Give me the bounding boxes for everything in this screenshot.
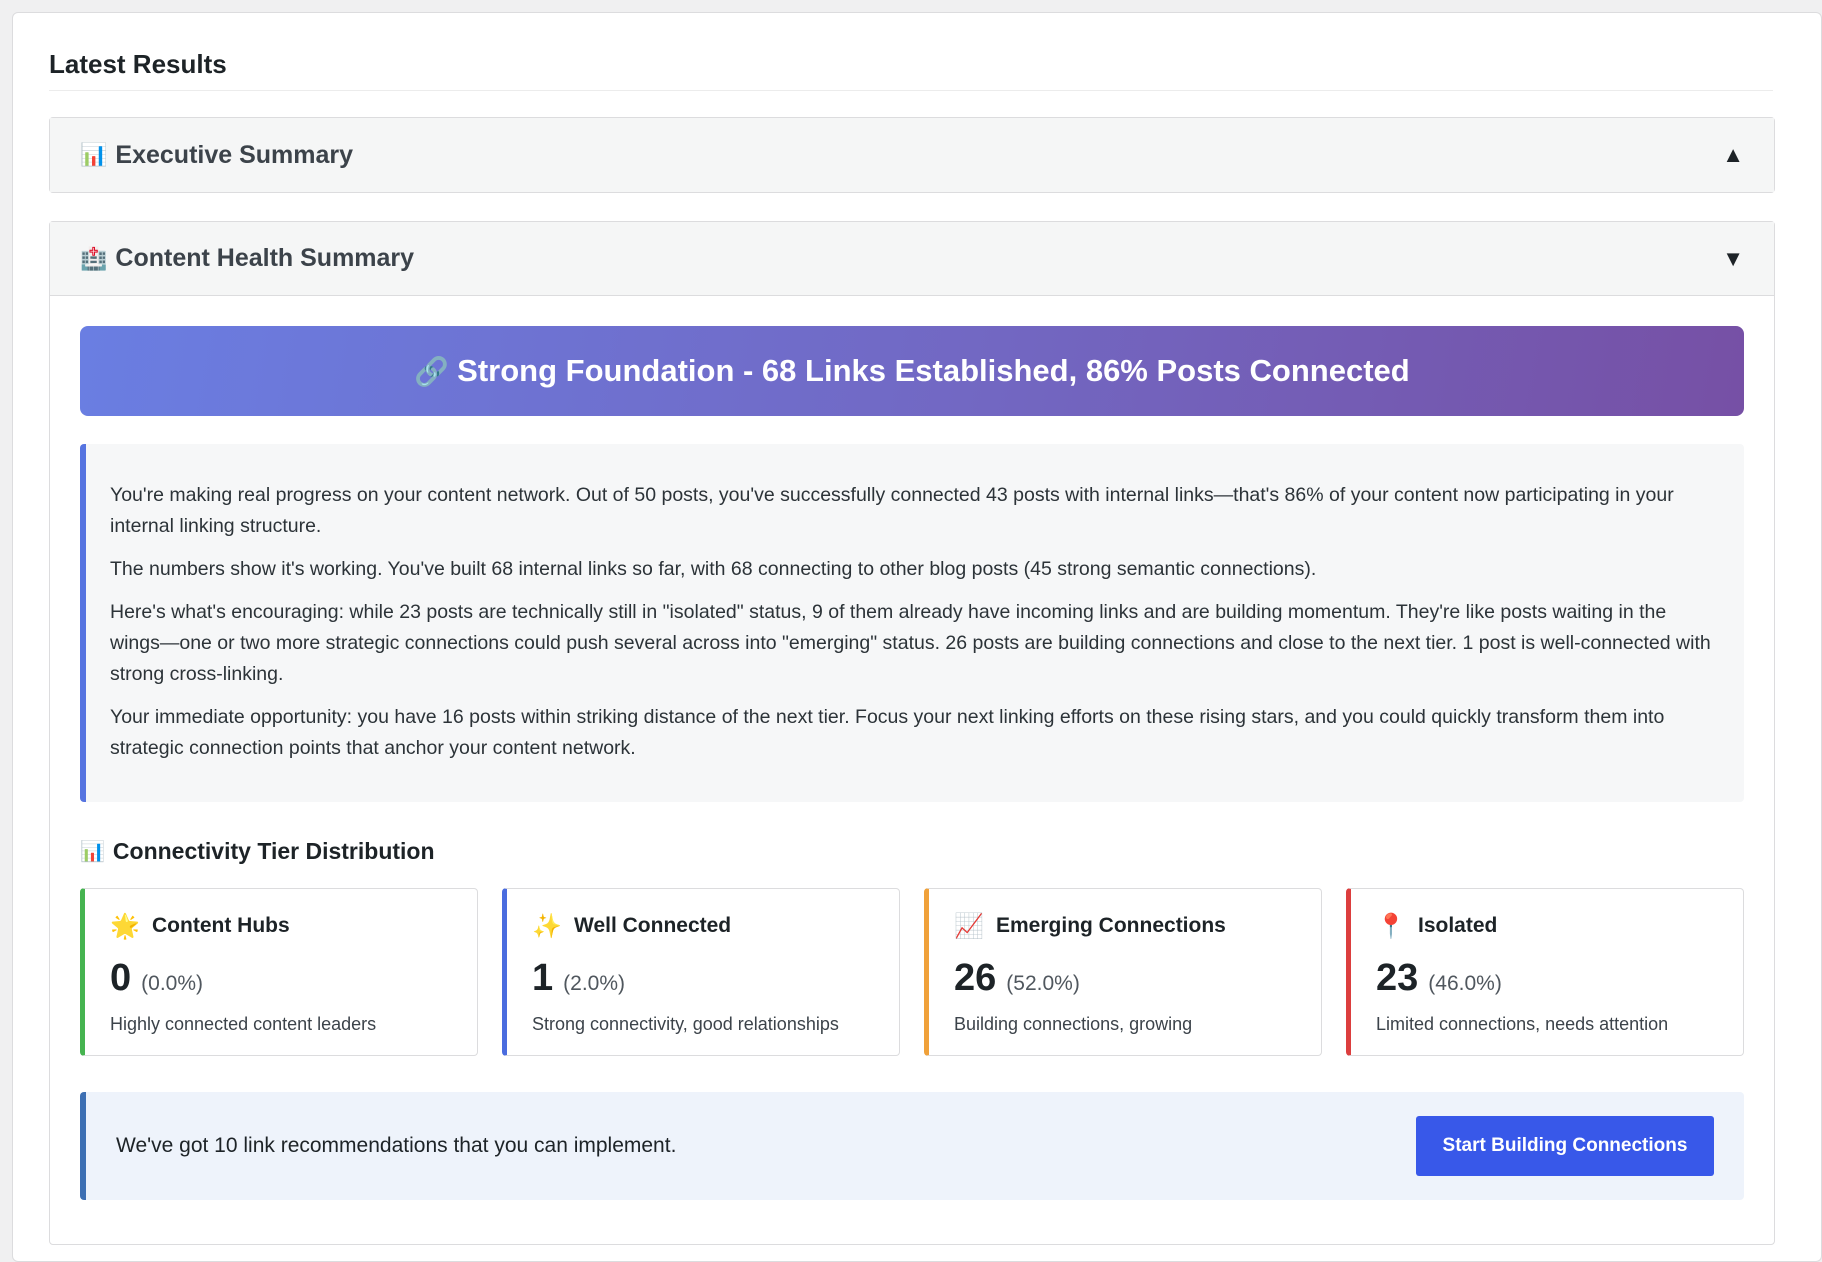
bar-chart-icon: 📊 bbox=[80, 142, 108, 167]
tier-count: 26 bbox=[954, 957, 997, 999]
hospital-icon: 🏥 bbox=[80, 245, 108, 271]
glowing-star-icon: 🌟 bbox=[110, 912, 140, 940]
tier-percent: (52.0%) bbox=[1006, 972, 1080, 995]
content-health-title: Content Health Summary bbox=[115, 244, 415, 272]
content-health-accordion: 🏥 Content Health Summary ▼ 🔗 Strong Foun… bbox=[49, 221, 1775, 1245]
tier-label: Well Connected bbox=[574, 914, 732, 937]
start-building-connections-button[interactable]: Start Building Connections bbox=[1416, 1116, 1714, 1176]
tier-card-content-hubs: 🌟 Content Hubs 0 (0.0%) Highly connected… bbox=[80, 888, 478, 1056]
tier-distribution-heading: 📊 Connectivity Tier Distribution bbox=[80, 838, 435, 865]
health-narrative: You're making real progress on your cont… bbox=[80, 444, 1744, 802]
narrative-paragraph: The numbers show it's working. You've bu… bbox=[110, 558, 1317, 580]
trending-up-icon: 📈 bbox=[954, 912, 984, 940]
panel-title: Latest Results bbox=[49, 49, 1773, 91]
health-status-banner: 🔗 Strong Foundation - 68 Links Establish… bbox=[80, 326, 1744, 416]
narrative-paragraph: Here's what's encouraging: while 23 post… bbox=[110, 601, 1711, 685]
executive-summary-accordion: 📊 Executive Summary ▲ bbox=[49, 117, 1775, 193]
tier-percent: (46.0%) bbox=[1428, 972, 1502, 995]
executive-summary-title: Executive Summary bbox=[115, 140, 354, 169]
collapse-arrow-icon[interactable]: ▲ bbox=[1722, 142, 1744, 168]
tier-label: Isolated bbox=[1418, 914, 1498, 937]
narrative-paragraph: You're making real progress on your cont… bbox=[110, 484, 1674, 537]
tier-label: Emerging Connections bbox=[996, 914, 1226, 937]
bar-chart-icon: 📊 bbox=[80, 841, 105, 863]
tier-card-emerging-connections: 📈 Emerging Connections 26 (52.0%) Buildi… bbox=[924, 888, 1322, 1056]
tier-card-well-connected: ✨ Well Connected 1 (2.0%) Strong connect… bbox=[502, 888, 900, 1056]
tier-percent: (0.0%) bbox=[141, 972, 203, 995]
latest-results-panel: Latest Results 📊 Executive Summary ▲ 🏥 C… bbox=[12, 12, 1822, 1262]
tier-description: Building connections, growing bbox=[954, 1014, 1193, 1034]
tier-count: 23 bbox=[1376, 957, 1419, 999]
tier-distribution-title: Connectivity Tier Distribution bbox=[112, 838, 435, 864]
tier-cards: 🌟 Content Hubs 0 (0.0%) Highly connected… bbox=[80, 888, 1744, 1056]
expand-arrow-icon[interactable]: ▼ bbox=[1722, 246, 1744, 272]
tier-description: Strong connectivity, good relationships bbox=[532, 1014, 839, 1034]
recommendations-callout: We've got 10 link recommendations that y… bbox=[80, 1092, 1744, 1200]
tier-card-isolated: 📍 Isolated 23 (46.0%) Limited connection… bbox=[1346, 888, 1744, 1056]
pin-icon: 📍 bbox=[1376, 912, 1406, 940]
health-status-text: Strong Foundation - 68 Links Established… bbox=[457, 353, 1410, 388]
sparkles-icon: ✨ bbox=[532, 912, 562, 940]
link-icon: 🔗 bbox=[414, 355, 450, 387]
tier-description: Highly connected content leaders bbox=[110, 1014, 377, 1034]
executive-summary-header[interactable]: 📊 Executive Summary ▲ bbox=[50, 118, 1774, 192]
tier-count: 1 bbox=[532, 957, 554, 999]
tier-count: 0 bbox=[110, 957, 132, 999]
content-health-header[interactable]: 🏥 Content Health Summary ▼ bbox=[50, 222, 1774, 296]
tier-label: Content Hubs bbox=[152, 914, 290, 937]
tier-description: Limited connections, needs attention bbox=[1376, 1014, 1669, 1034]
tier-percent: (2.0%) bbox=[563, 972, 625, 995]
narrative-paragraph: Your immediate opportunity: you have 16 … bbox=[110, 706, 1665, 759]
recommendations-text: We've got 10 link recommendations that y… bbox=[116, 1134, 677, 1157]
